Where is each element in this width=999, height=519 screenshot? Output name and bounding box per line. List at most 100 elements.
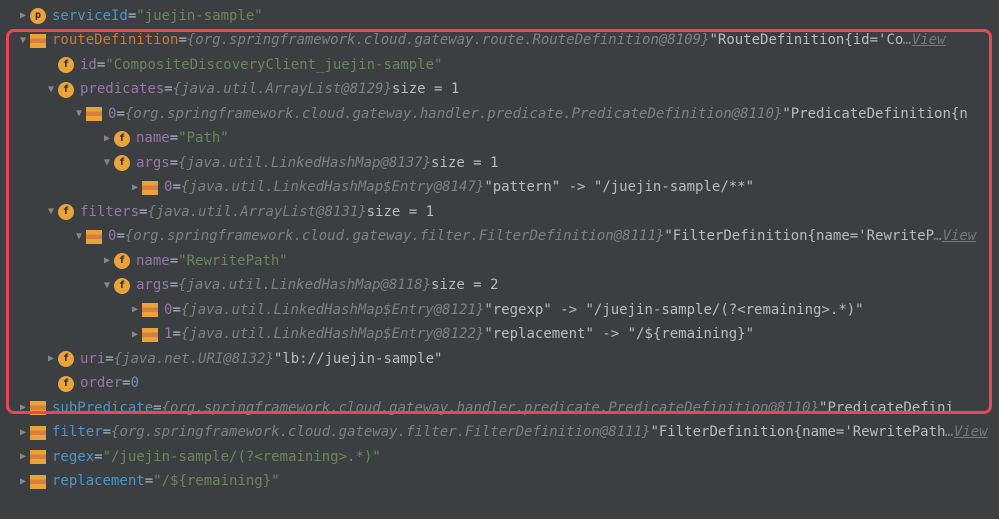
tree-row[interactable]: filter = {org.springframework.cloud.gate… xyxy=(0,421,999,446)
variable-tail: size = 1 xyxy=(431,152,498,175)
variable-value: "RewritePath" xyxy=(178,250,288,273)
tree-row[interactable]: regex = "/juejin-sample/(?<remaining>.*)… xyxy=(0,445,999,470)
collapse-arrow-icon[interactable] xyxy=(72,229,86,246)
view-link[interactable]: View xyxy=(954,421,988,444)
tree-row[interactable]: fargs = {java.util.LinkedHashMap@8118} s… xyxy=(0,274,999,299)
tree-row[interactable]: fname = "RewritePath" xyxy=(0,249,999,274)
object-icon xyxy=(86,107,102,121)
equals-sign: = xyxy=(178,29,186,52)
equals-sign: = xyxy=(170,152,178,175)
variable-tail: "RouteDefinition{id='Co xyxy=(709,29,903,52)
ellipsis: … xyxy=(934,225,942,248)
variable-value: {java.util.LinkedHashMap$Entry@8147} xyxy=(181,176,484,199)
tree-row[interactable]: ffilters = {java.util.ArrayList@8131} si… xyxy=(0,200,999,225)
tree-row[interactable]: replacement = "/${remaining}" xyxy=(0,470,999,495)
tree-row[interactable]: 1 = {java.util.LinkedHashMap$Entry@8122}… xyxy=(0,323,999,348)
tree-row[interactable]: 0 = {java.util.LinkedHashMap$Entry@8121}… xyxy=(0,298,999,323)
variable-name: 0 xyxy=(108,103,116,126)
view-link[interactable]: View xyxy=(912,29,946,52)
debug-variables-tree[interactable]: pserviceId = "juejin-sample"routeDefinit… xyxy=(0,4,999,494)
equals-sign: = xyxy=(170,250,178,273)
field-icon: f xyxy=(58,376,74,392)
variable-value: {java.util.LinkedHashMap@8118} xyxy=(178,274,431,297)
collapse-arrow-icon[interactable] xyxy=(100,278,114,295)
expand-arrow-icon[interactable] xyxy=(100,253,114,270)
variable-name: id xyxy=(80,54,97,77)
equals-sign: = xyxy=(164,78,172,101)
expand-arrow-icon[interactable] xyxy=(128,302,142,319)
variable-tail: "replacement" -> "/${remaining}" xyxy=(484,323,754,346)
variable-tail: size = 1 xyxy=(367,201,434,224)
variable-name: args xyxy=(136,274,170,297)
object-icon xyxy=(30,401,46,415)
tree-row[interactable]: routeDefinition = {org.springframework.c… xyxy=(0,29,999,54)
tree-row[interactable]: 0 = {org.springframework.cloud.gateway.f… xyxy=(0,225,999,250)
tree-row[interactable]: fpredicates = {java.util.ArrayList@8129}… xyxy=(0,78,999,103)
object-icon xyxy=(142,303,158,317)
variable-value: "/juejin-sample/(?<remaining>.*)" xyxy=(103,446,381,469)
tree-row[interactable]: fname = "Path" xyxy=(0,127,999,152)
variable-value: {org.springframework.cloud.gateway.handl… xyxy=(162,397,819,420)
equals-sign: = xyxy=(172,323,180,346)
variable-name: subPredicate xyxy=(52,397,153,420)
expand-arrow-icon[interactable] xyxy=(16,474,30,491)
field-icon: f xyxy=(114,155,130,171)
expand-arrow-icon[interactable] xyxy=(128,327,142,344)
equals-sign: = xyxy=(122,372,130,395)
equals-sign: = xyxy=(116,225,124,248)
variable-value: {org.springframework.cloud.gateway.filte… xyxy=(111,421,650,444)
equals-sign: = xyxy=(139,201,147,224)
expand-arrow-icon[interactable] xyxy=(128,180,142,197)
object-icon xyxy=(30,450,46,464)
equals-sign: = xyxy=(94,446,102,469)
variable-value: {java.util.ArrayList@8129} xyxy=(173,78,392,101)
object-icon xyxy=(30,426,46,440)
tree-row[interactable]: pserviceId = "juejin-sample" xyxy=(0,4,999,29)
expand-arrow-icon[interactable] xyxy=(44,351,58,368)
expand-arrow-icon[interactable] xyxy=(16,8,30,25)
variable-value: "/${remaining}" xyxy=(153,470,279,493)
expand-arrow-icon[interactable] xyxy=(16,400,30,417)
tree-row[interactable]: fid = "CompositeDiscoveryClient_juejin-s… xyxy=(0,53,999,78)
field-icon: f xyxy=(114,131,130,147)
variable-tail: "PredicateDefini xyxy=(819,397,954,420)
collapse-arrow-icon[interactable] xyxy=(72,106,86,123)
variable-name: 0 xyxy=(164,299,172,322)
expand-arrow-icon[interactable] xyxy=(100,131,114,148)
variable-name: serviceId xyxy=(52,5,128,28)
equals-sign: = xyxy=(103,421,111,444)
parameter-icon: p xyxy=(30,8,46,24)
collapse-arrow-icon[interactable] xyxy=(100,155,114,172)
variable-name: predicates xyxy=(80,78,164,101)
tree-row[interactable]: 0 = {org.springframework.cloud.gateway.h… xyxy=(0,102,999,127)
variable-tail: "FilterDefinition{name='RewriteP xyxy=(664,225,934,248)
expand-arrow-icon[interactable] xyxy=(16,449,30,466)
tree-row[interactable]: fargs = {java.util.LinkedHashMap@8137} s… xyxy=(0,151,999,176)
equals-sign: = xyxy=(170,274,178,297)
equals-sign: = xyxy=(170,127,178,150)
variable-tail: size = 1 xyxy=(392,78,459,101)
variable-name: uri xyxy=(80,348,105,371)
tree-row[interactable]: furi = {java.net.URI@8132} "lb://juejin-… xyxy=(0,347,999,372)
tree-row[interactable]: 0 = {java.util.LinkedHashMap$Entry@8147}… xyxy=(0,176,999,201)
equals-sign: = xyxy=(97,54,105,77)
variable-name: 0 xyxy=(108,225,116,248)
tree-row[interactable]: subPredicate = {org.springframework.clou… xyxy=(0,396,999,421)
expand-arrow-icon[interactable] xyxy=(16,425,30,442)
ellipsis: … xyxy=(945,421,953,444)
field-icon: f xyxy=(58,351,74,367)
variable-value: {java.util.LinkedHashMap$Entry@8122} xyxy=(181,323,484,346)
tree-row[interactable]: forder = 0 xyxy=(0,372,999,397)
collapse-arrow-icon[interactable] xyxy=(16,33,30,50)
variable-value: {java.net.URI@8132} xyxy=(114,348,274,371)
variable-value: {java.util.LinkedHashMap$Entry@8121} xyxy=(181,299,484,322)
variable-tail: "lb://juejin-sample" xyxy=(274,348,443,371)
variable-value: "Path" xyxy=(178,127,229,150)
collapse-arrow-icon[interactable] xyxy=(44,82,58,99)
view-link[interactable]: View xyxy=(942,225,976,248)
equals-sign: = xyxy=(172,176,180,199)
variable-value: {java.util.ArrayList@8131} xyxy=(147,201,366,224)
variable-name: 1 xyxy=(164,323,172,346)
collapse-arrow-icon[interactable] xyxy=(44,204,58,221)
equals-sign: = xyxy=(172,299,180,322)
